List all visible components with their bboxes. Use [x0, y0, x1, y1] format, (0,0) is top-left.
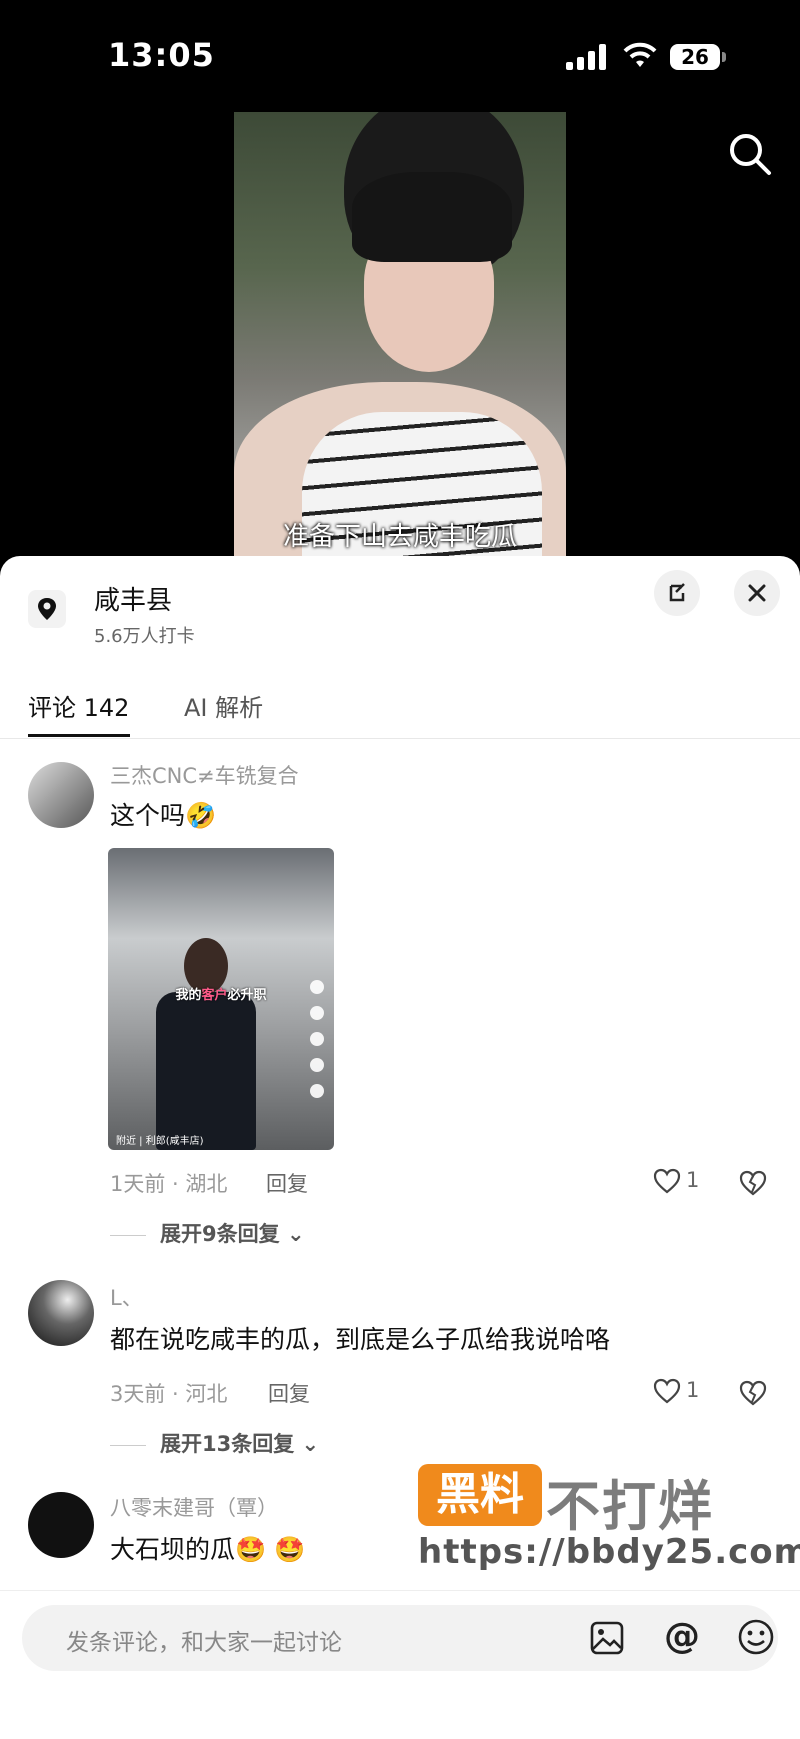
video-subtitle: 准备下山去咸丰吃瓜	[282, 522, 517, 552]
expand-replies-label: 展开13条回复	[160, 1432, 295, 1456]
comment-meta: 3天前 · 河北	[110, 1382, 228, 1406]
avatar[interactable]	[28, 1492, 94, 1558]
comment-input-placeholder: 发条评论，和大家一起讨论	[66, 1630, 342, 1656]
broken-heart-icon[interactable]	[738, 1168, 768, 1198]
comment-input[interactable]: 发条评论，和大家一起讨论 @	[22, 1605, 778, 1671]
expand-replies-label: 展开9条回复	[160, 1222, 280, 1246]
battery-icon	[722, 52, 726, 62]
broken-heart-icon[interactable]	[738, 1378, 768, 1408]
location-checkin-count: 5.6万人打卡	[94, 626, 195, 647]
location-pin-icon	[28, 590, 66, 628]
image-icon[interactable]	[588, 1619, 626, 1657]
tab-ai-analysis[interactable]: AI 解析	[184, 688, 263, 723]
comment-image-person	[150, 928, 260, 1150]
battery-level: 26	[670, 44, 720, 70]
caption-suffix: 必升职	[227, 988, 267, 1003]
comment-username[interactable]: 三杰CNC≠车铣复合	[110, 760, 299, 790]
comment-image-location-tag: 附近 | 利郎(咸丰店)	[116, 1136, 204, 1147]
cellular-signal-icon	[566, 44, 610, 70]
comment-meta: 1天前 · 湖北	[110, 1172, 228, 1196]
watermark-url: https://bbdy25.com	[418, 1532, 800, 1572]
emoji-icon[interactable]	[736, 1617, 776, 1657]
comment-username[interactable]: L、	[110, 1282, 143, 1312]
caption-highlight: 客户	[201, 988, 228, 1003]
search-icon[interactable]	[726, 130, 774, 178]
comment-image-coat	[156, 992, 256, 1150]
reply-button[interactable]: 回复	[268, 1378, 310, 1408]
at-icon[interactable]: @	[662, 1617, 702, 1657]
comment-image[interactable]: 我的客户必升职 附近 | 利郎(咸丰店)	[108, 848, 334, 1150]
avatar[interactable]	[28, 762, 94, 828]
video-figure-bangs	[352, 172, 512, 262]
tab-comments[interactable]: 评论 142	[28, 688, 129, 723]
watermark: 黑料 不打烊 https://bbdy25.com	[418, 1464, 800, 1574]
expand-replies-button[interactable]: 展开9条回复 ⌄	[110, 1218, 305, 1248]
location-title[interactable]: 咸丰县	[94, 580, 172, 617]
comment-username[interactable]: 八零末建哥（覃）	[110, 1492, 278, 1522]
comment-text: 大石坝的瓜🤩 🤩	[110, 1535, 306, 1564]
wifi-icon	[623, 42, 657, 67]
caption-prefix: 我的	[175, 988, 202, 1003]
watermark-badge: 黑料	[418, 1464, 542, 1526]
tab-divider	[0, 738, 800, 739]
like-button[interactable]: 1	[652, 1166, 712, 1198]
expand-button[interactable]	[654, 570, 700, 616]
comment-text: 这个吗🤣	[110, 801, 217, 830]
like-count: 1	[686, 1378, 700, 1402]
expand-icon	[669, 583, 685, 602]
like-count: 1	[686, 1168, 700, 1192]
reply-button[interactable]: 回复	[266, 1168, 308, 1198]
chevron-down-icon: ⌄	[301, 1432, 320, 1456]
chevron-down-icon: ⌄	[286, 1222, 305, 1246]
close-button[interactable]	[734, 570, 780, 616]
video-player[interactable]: 准备下山去咸丰吃瓜	[234, 112, 566, 556]
status-bar: 13:05 26	[0, 0, 800, 110]
comment-input-bar: 发条评论，和大家一起讨论 @	[0, 1590, 800, 1739]
close-icon	[748, 584, 766, 602]
avatar[interactable]	[28, 1280, 94, 1346]
comment-image-caption: 我的客户必升职	[108, 984, 334, 1003]
status-time: 13:05	[108, 36, 215, 74]
tab-indicator	[28, 734, 130, 737]
comment-text: 都在说吃咸丰的瓜，到底是么子瓜给我说哈咯	[110, 1325, 611, 1354]
heart-icon	[653, 1168, 681, 1194]
comment-image-action-icons	[308, 968, 326, 1128]
heart-icon	[653, 1378, 681, 1404]
watermark-title: 不打烊	[546, 1475, 714, 1538]
expand-replies-button[interactable]: 展开13条回复 ⌄	[110, 1428, 319, 1458]
like-button[interactable]: 1	[652, 1376, 712, 1408]
